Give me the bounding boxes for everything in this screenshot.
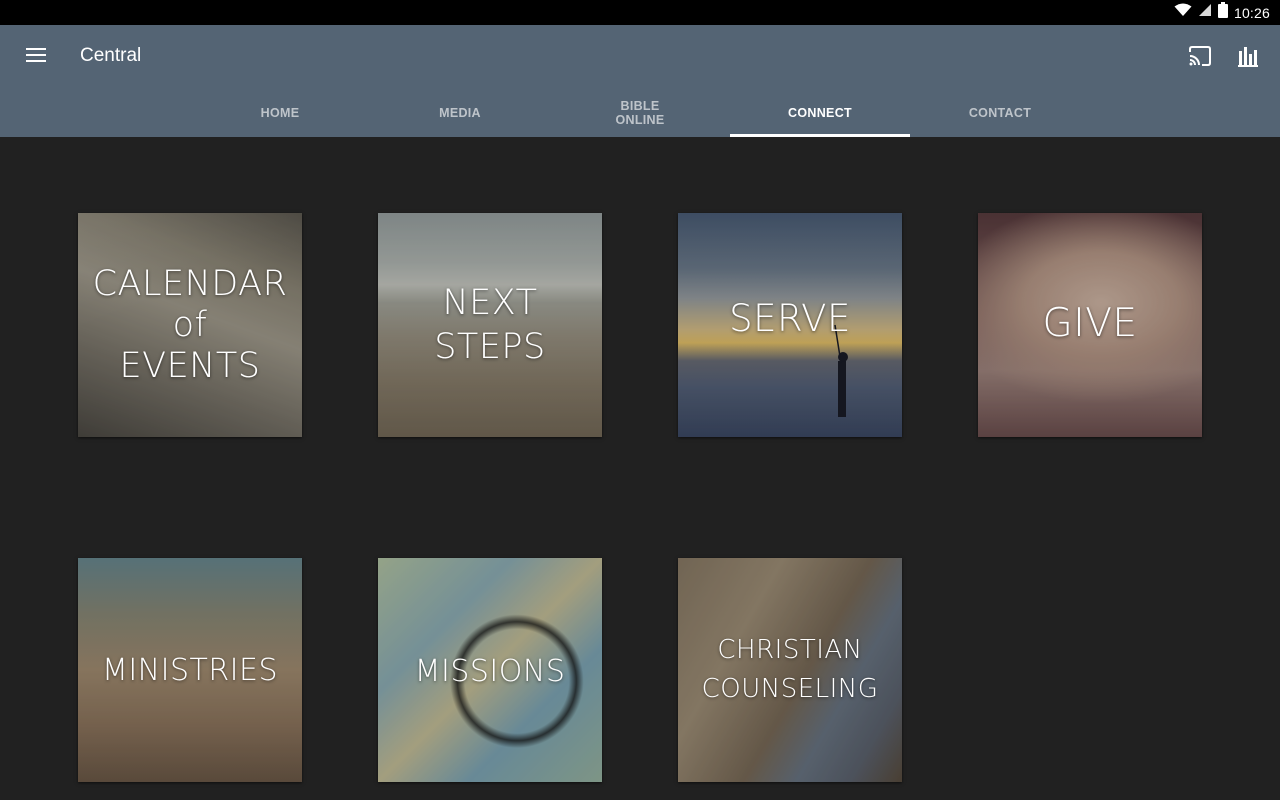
wifi-icon bbox=[1174, 3, 1192, 22]
stats-button[interactable] bbox=[1232, 42, 1264, 74]
battery-icon bbox=[1217, 2, 1228, 23]
tile-label: CALENDAR of EVENTS bbox=[92, 263, 288, 386]
ministries-tile[interactable]: MINISTRIES bbox=[78, 558, 302, 782]
tile-label: MISSIONS bbox=[414, 654, 566, 689]
stats-icon bbox=[1238, 45, 1258, 72]
calendar-of-events-tile[interactable]: CALENDAR of EVENTS bbox=[78, 213, 302, 437]
app-title: Central bbox=[80, 45, 142, 66]
cast-button[interactable] bbox=[1184, 42, 1216, 74]
menu-icon bbox=[26, 47, 46, 68]
tile-label: SERVE bbox=[729, 297, 851, 340]
tile-label: NEXT STEPS bbox=[434, 283, 546, 367]
connect-grid: CALENDAR of EVENTS NEXT STEPS SERVE GIVE… bbox=[0, 137, 1280, 800]
clock: 10:26 bbox=[1233, 4, 1270, 21]
serve-tile[interactable]: SERVE bbox=[678, 213, 902, 437]
app-bar: Central HOME MEDIA BIBLE ONLINE CONNECT … bbox=[0, 25, 1280, 137]
status-bar: 10:26 bbox=[0, 0, 1280, 25]
cast-icon bbox=[1188, 45, 1212, 71]
menu-button[interactable] bbox=[16, 41, 56, 73]
next-steps-tile[interactable]: NEXT STEPS bbox=[378, 213, 602, 437]
tile-label: GIVE bbox=[1042, 301, 1138, 346]
status-icons: 10:26 bbox=[1174, 0, 1270, 25]
christian-counseling-tile[interactable]: CHRISTIAN COUNSELING bbox=[678, 558, 902, 782]
tile-label: CHRISTIAN COUNSELING bbox=[701, 635, 879, 704]
tab-home[interactable]: HOME bbox=[190, 89, 370, 137]
tab-bar: HOME MEDIA BIBLE ONLINE CONNECT CONTACT bbox=[190, 89, 1090, 137]
missions-tile[interactable]: MISSIONS bbox=[378, 558, 602, 782]
tab-connect[interactable]: CONNECT bbox=[730, 89, 910, 137]
tab-contact[interactable]: CONTACT bbox=[910, 89, 1090, 137]
give-tile[interactable]: GIVE bbox=[978, 213, 1202, 437]
signal-icon bbox=[1198, 3, 1212, 22]
tile-label: MINISTRIES bbox=[101, 653, 279, 688]
tab-bible-online[interactable]: BIBLE ONLINE bbox=[550, 89, 730, 137]
tab-media[interactable]: MEDIA bbox=[370, 89, 550, 137]
